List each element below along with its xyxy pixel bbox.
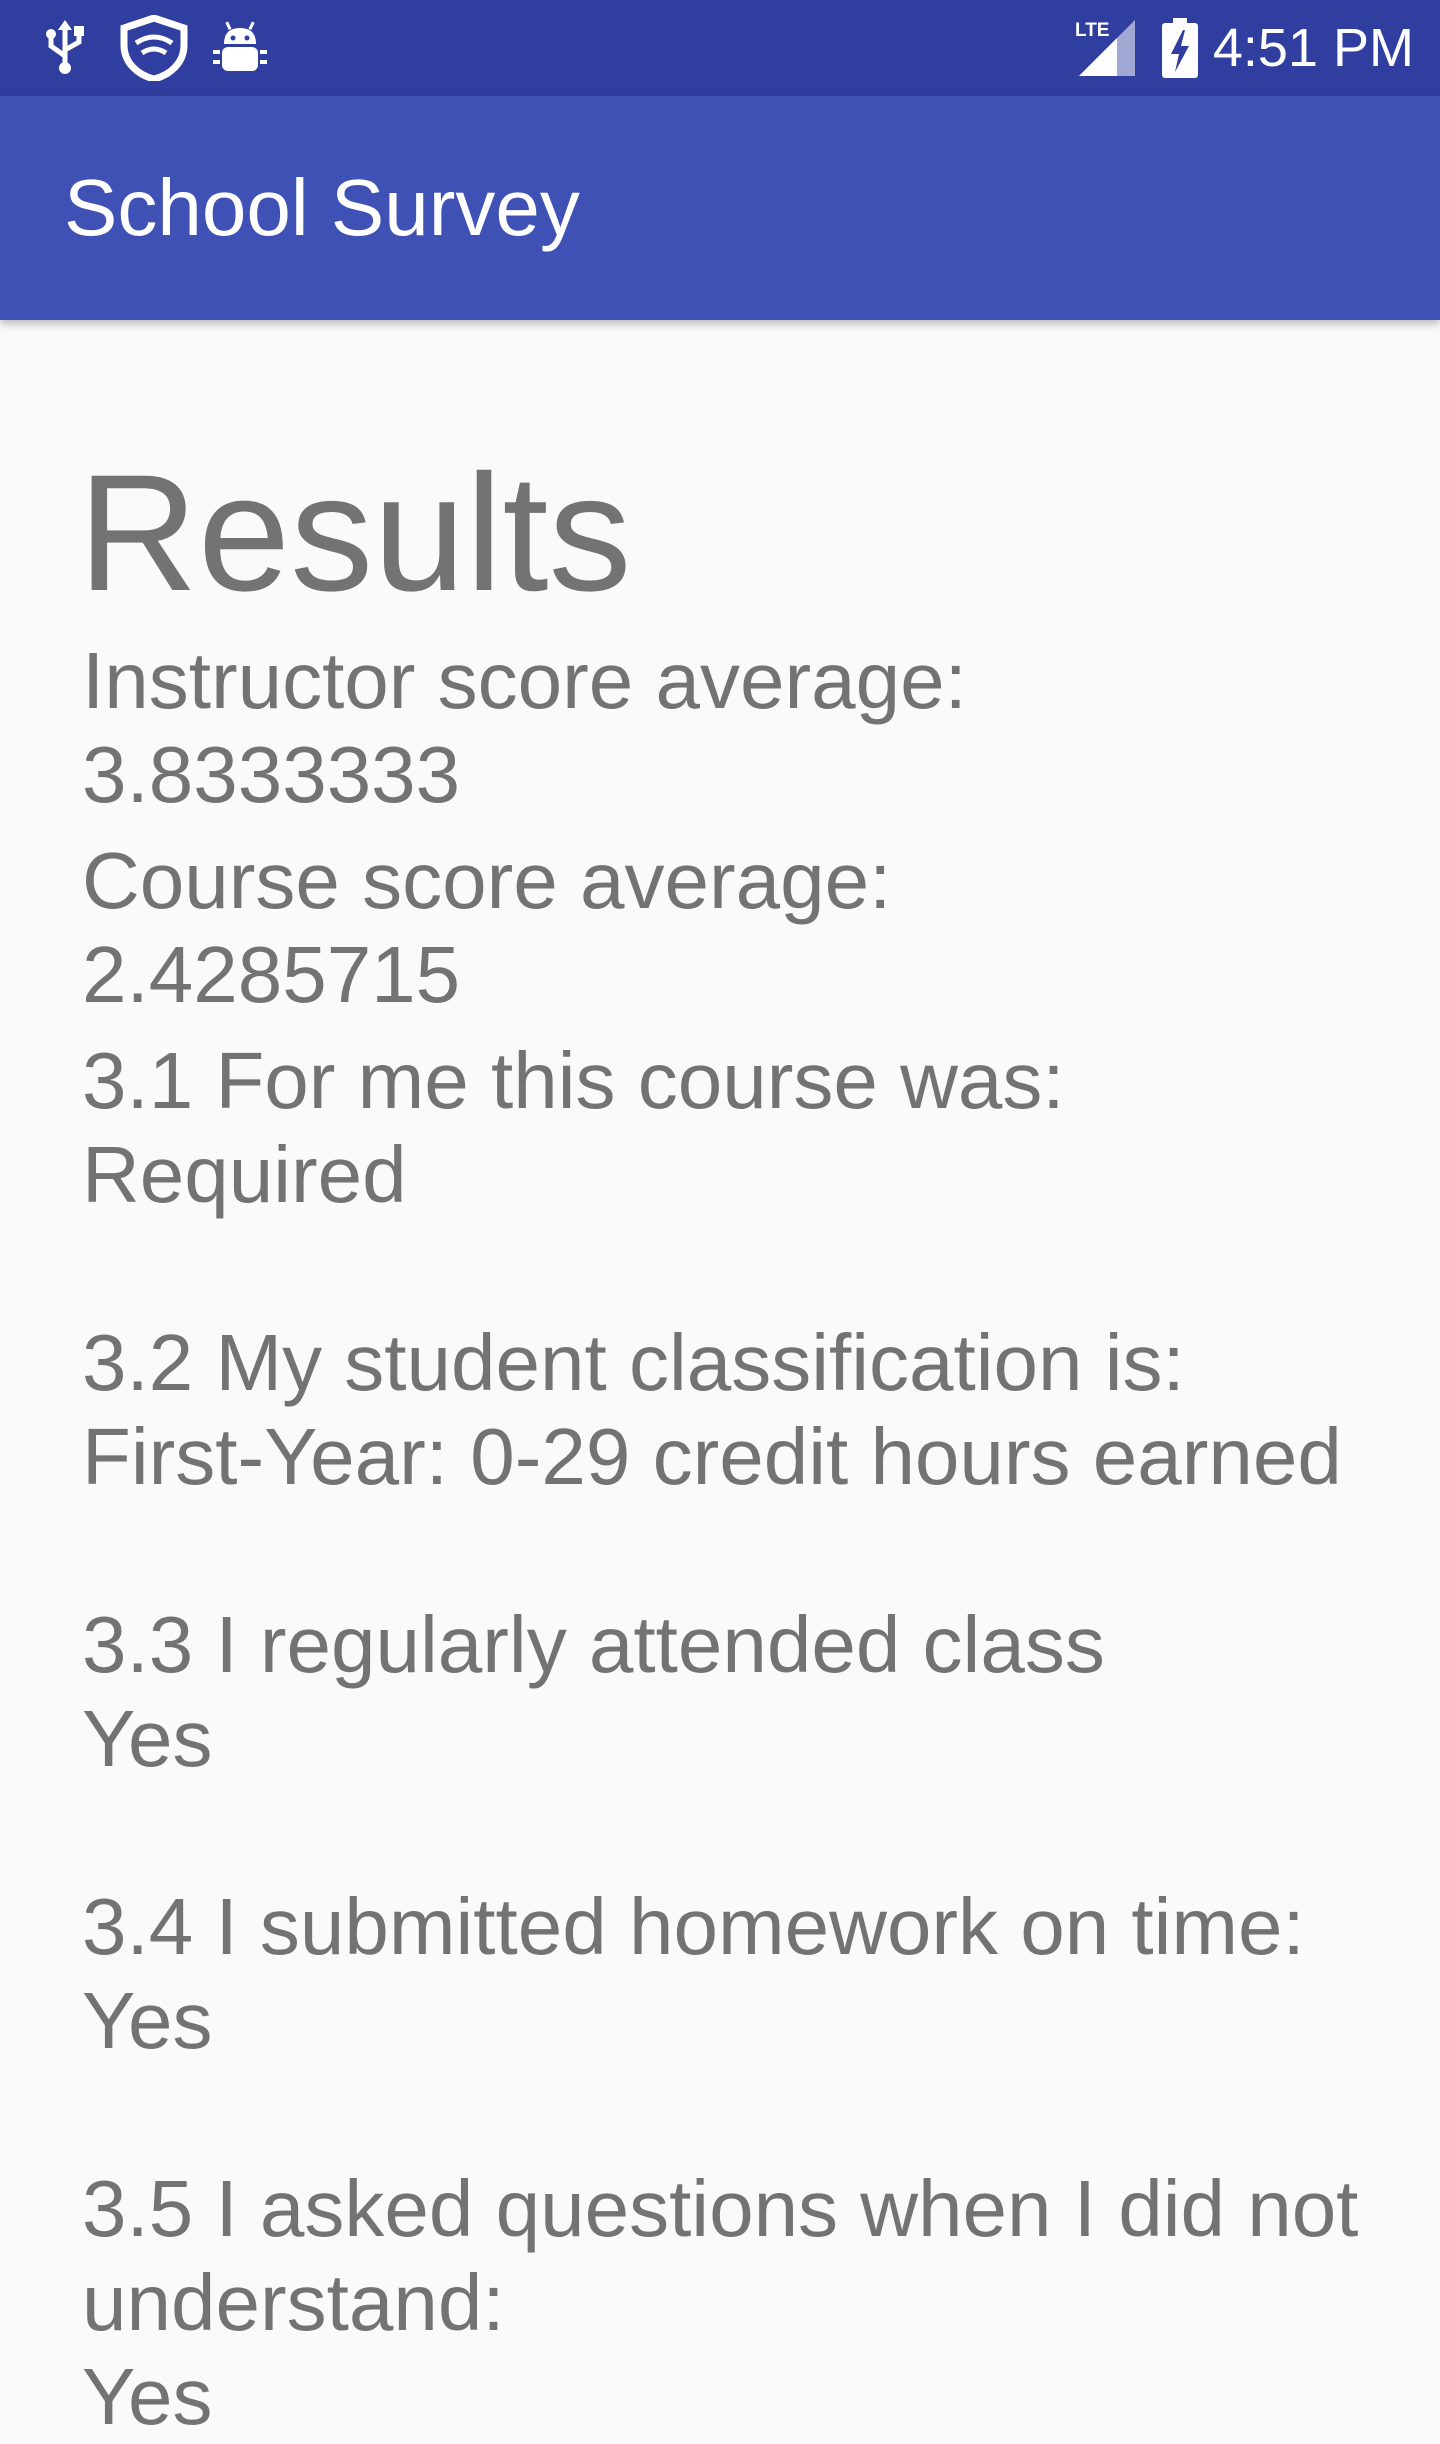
course-score-block: Course score average: 2.4285715	[82, 834, 1402, 1022]
question-text: 3.2 My student classification is:	[82, 1318, 1185, 1407]
status-bar: LTE 4:51 PM	[0, 0, 1440, 96]
app-title: School Survey	[64, 163, 580, 252]
answer-item: 3.5 I asked questions when I did not und…	[82, 2162, 1402, 2444]
question-text: 3.3 I regularly attended class	[82, 1600, 1105, 1689]
question-text: 3.1 For me this course was:	[82, 1036, 1065, 1125]
course-score-value: 2.4285715	[82, 930, 461, 1019]
android-debug-icon	[210, 0, 270, 96]
answer-item: 3.1 For me this course was: Required	[82, 1034, 1402, 1222]
answer-text: Yes	[82, 2352, 213, 2441]
course-score-label: Course score average:	[82, 836, 892, 925]
app-bar: School Survey	[0, 96, 1440, 320]
usb-icon	[40, 0, 90, 96]
answer-text: Yes	[82, 1694, 213, 1783]
instructor-score-block: Instructor score average: 3.8333333	[82, 634, 1402, 822]
results-content: Results Instructor score average: 3.8333…	[78, 320, 1402, 2444]
lte-signal-icon: LTE	[1072, 0, 1138, 96]
answer-text: Required	[82, 1130, 407, 1219]
clock-time: 4:51 PM	[1212, 18, 1414, 78]
battery-charging-icon	[1160, 0, 1200, 96]
answer-text: First-Year: 0-29 credit hours earned	[82, 1412, 1342, 1501]
answer-item: 3.3 I regularly attended class Yes	[82, 1598, 1402, 1786]
results-heading: Results	[78, 441, 632, 626]
svg-text:LTE: LTE	[1075, 20, 1109, 41]
answer-text: Yes	[82, 1976, 213, 2065]
question-text-line-2: understand:	[82, 2258, 505, 2347]
shield-icon	[118, 0, 190, 96]
question-text: 3.4 I submitted homework on time:	[82, 1882, 1305, 1971]
answer-item: 3.4 I submitted homework on time: Yes	[82, 1880, 1402, 2068]
answer-item: 3.2 My student classification is: First-…	[82, 1316, 1402, 1504]
instructor-score-value: 3.8333333	[82, 730, 461, 819]
instructor-score-label: Instructor score average:	[82, 636, 967, 725]
question-text-line-1: 3.5 I asked questions when I did not	[82, 2164, 1359, 2253]
